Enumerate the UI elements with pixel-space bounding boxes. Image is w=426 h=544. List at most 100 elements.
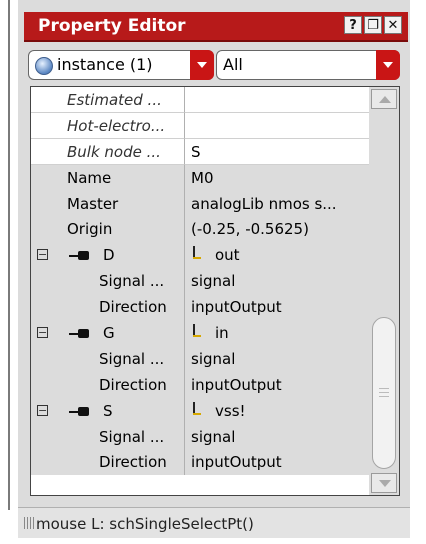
selection-combo[interactable]: instance (1) — [28, 50, 214, 80]
net-name: out — [215, 246, 240, 265]
property-name: Origin — [67, 220, 113, 239]
scroll-thumb[interactable] — [372, 317, 396, 469]
net-wire-icon — [191, 246, 203, 262]
property-name: D — [103, 246, 115, 265]
property-row[interactable]: Name M0 — [31, 164, 369, 191]
window-title: Property Editor — [38, 16, 186, 36]
net-name: vss! — [215, 401, 246, 420]
property-name-cell: Estimated ... — [31, 87, 185, 113]
property-row[interactable]: Hot-electro... — [31, 112, 369, 139]
property-value: signal — [191, 427, 236, 446]
filter-combo[interactable]: All — [216, 50, 400, 80]
property-value-cell[interactable]: inputOutput — [185, 449, 369, 475]
property-name: Signal ... — [99, 349, 165, 368]
chevron-down-icon[interactable] — [190, 50, 214, 80]
property-name-cell: Signal ... — [31, 345, 185, 372]
property-name: Signal ... — [99, 272, 165, 291]
property-name: Direction — [99, 453, 167, 472]
property-name-cell: Name — [31, 164, 185, 191]
property-row[interactable]: Direction inputOutput — [31, 294, 369, 321]
property-value-cell[interactable]: M0 — [185, 165, 369, 191]
property-row[interactable]: Signal ... signal — [31, 268, 369, 295]
thumb-grip-line — [379, 388, 389, 389]
property-value: inputOutput — [191, 453, 282, 472]
close-icon[interactable]: ✕ — [384, 16, 402, 34]
terminal-row[interactable]: − Gin — [31, 320, 369, 346]
property-name-cell: Origin — [31, 216, 185, 243]
collapse-icon[interactable]: − — [37, 249, 48, 261]
property-row[interactable]: Direction inputOutput — [31, 449, 369, 476]
property-name: Estimated ... — [67, 91, 162, 109]
property-value-cell[interactable]: in — [185, 320, 369, 346]
property-value: inputOutput — [191, 298, 282, 317]
grip-icon — [24, 517, 34, 529]
property-value-cell[interactable]: (-0.25, -0.5625) — [185, 216, 369, 242]
property-name: Hot-electro... — [67, 116, 166, 135]
property-row[interactable]: Estimated ... — [31, 87, 369, 113]
property-rows: Estimated ... Hot-electro... Bulk node ...… — [31, 87, 369, 476]
chevron-down-icon[interactable] — [376, 50, 400, 80]
property-value: signal — [191, 349, 236, 368]
property-name: Signal ... — [99, 427, 165, 446]
property-value-cell[interactable]: inputOutput — [185, 372, 369, 398]
property-row[interactable]: Direction inputOutput — [31, 371, 369, 398]
toolbar: instance (1) All — [24, 44, 408, 86]
status-text: mouse L: schSingleSelectPt() — [36, 515, 254, 533]
property-name-cell: − G — [31, 320, 185, 346]
property-name-cell: Signal ... — [31, 423, 185, 450]
thumb-grip-line — [379, 392, 389, 393]
property-value-cell[interactable]: vss! — [185, 398, 369, 424]
net-wire-icon — [191, 401, 203, 418]
collapse-icon[interactable]: − — [37, 327, 48, 339]
property-name-cell: − S — [31, 397, 185, 424]
property-value-cell[interactable]: signal — [185, 268, 369, 294]
restore-icon[interactable]: ❐ — [364, 16, 382, 34]
scroll-down-button[interactable] — [371, 473, 397, 493]
net-wire-icon — [191, 324, 203, 340]
terminal-pin-icon — [69, 406, 89, 416]
property-value-cell — [185, 113, 369, 139]
terminal-row[interactable]: − S vss! — [31, 397, 369, 424]
property-name: Master — [67, 194, 119, 213]
property-name-cell: Master — [31, 190, 185, 217]
property-name-cell: Direction — [31, 294, 185, 321]
left-separator-line — [8, 0, 10, 510]
property-value: (-0.25, -0.5625) — [191, 220, 309, 239]
help-icon[interactable]: ? — [344, 16, 362, 34]
property-name: Direction — [99, 298, 167, 317]
property-name-cell: Hot-electro... — [31, 112, 185, 139]
property-row[interactable]: Signal ... signal — [31, 423, 369, 450]
property-row[interactable]: Signal ... signal — [31, 345, 369, 372]
status-bar: mouse L: schSingleSelectPt() — [18, 507, 410, 538]
property-name-cell: − D — [31, 242, 185, 269]
property-value-cell[interactable]: inputOutput — [185, 294, 369, 320]
property-value: S — [191, 142, 201, 161]
property-value-cell — [185, 87, 369, 113]
thumb-grip-line — [379, 396, 389, 397]
property-value: analogLib nmos s... — [191, 194, 337, 213]
property-value: signal — [191, 272, 236, 291]
property-name: Name — [67, 168, 112, 187]
property-value: M0 — [191, 168, 214, 187]
net-name: in — [215, 324, 229, 343]
property-value-cell[interactable]: out — [185, 242, 369, 268]
property-value-cell[interactable]: signal — [185, 424, 369, 450]
property-name-cell: Signal ... — [31, 268, 185, 295]
vertical-scrollbar[interactable] — [369, 87, 399, 495]
property-row[interactable]: Bulk node ... S — [31, 138, 369, 165]
property-row[interactable]: Master analogLib nmos s... — [31, 190, 369, 217]
property-row[interactable]: Origin (-0.25, -0.5625) — [31, 216, 369, 243]
property-name-cell: Direction — [31, 449, 185, 476]
filter-combo-label: All — [223, 55, 243, 74]
terminal-row[interactable]: − Dout — [31, 242, 369, 269]
property-value-cell[interactable]: signal — [185, 346, 369, 372]
collapse-icon[interactable]: − — [37, 404, 48, 416]
property-value-cell[interactable]: analogLib nmos s... — [185, 191, 369, 217]
terminal-pin-icon — [69, 329, 89, 339]
scroll-up-button[interactable] — [371, 89, 397, 109]
property-value: inputOutput — [191, 375, 282, 394]
terminal-pin-icon — [69, 251, 89, 261]
property-value-cell: S — [185, 139, 369, 165]
property-name: G — [103, 324, 115, 343]
property-name: Bulk node ... — [67, 142, 161, 161]
